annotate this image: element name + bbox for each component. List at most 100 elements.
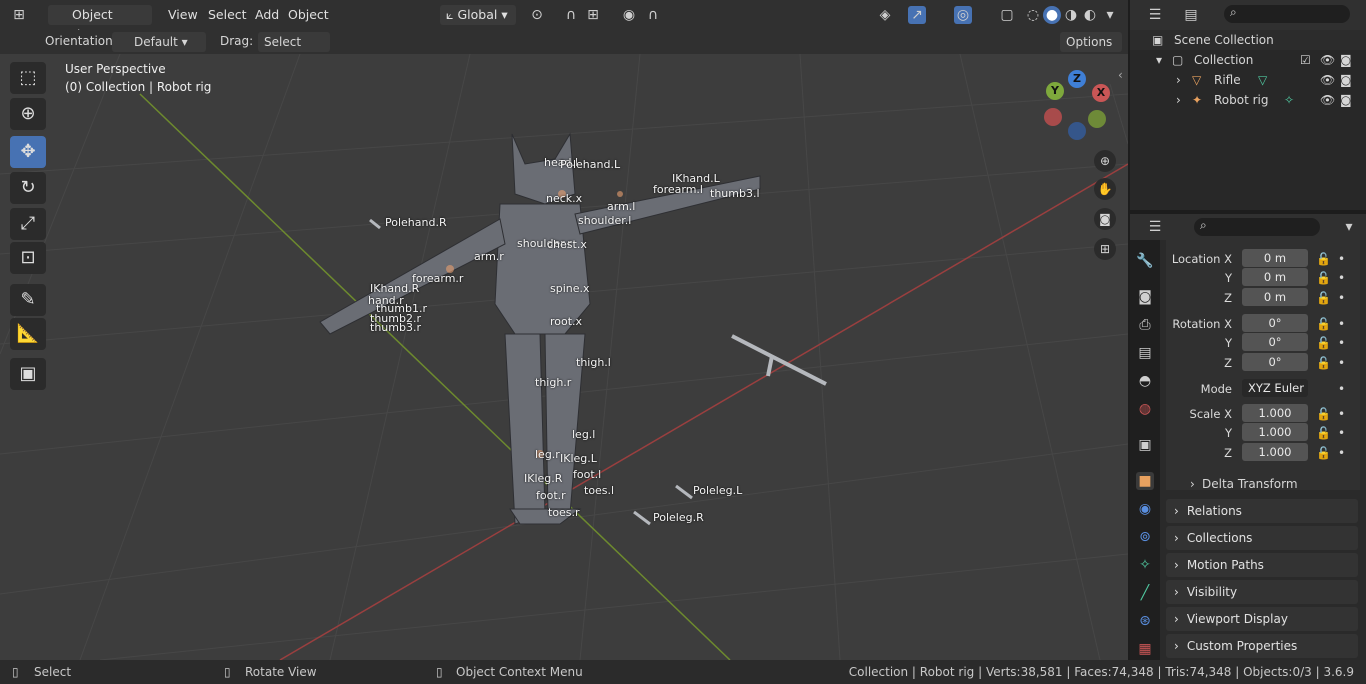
rotation-y-field[interactable]: 0° <box>1242 333 1308 351</box>
menu-select[interactable]: Select <box>208 5 247 25</box>
gizmo-neg-z[interactable] <box>1068 122 1086 140</box>
keyframe-dot-icon[interactable]: • <box>1338 333 1345 353</box>
rotate-tool-icon[interactable]: ↻ <box>10 172 46 204</box>
collection-row[interactable]: ▾ ▢ Collection ☑ 👁 ◙ <box>1130 50 1366 70</box>
rifle-expand-icon[interactable]: › <box>1176 70 1181 90</box>
3d-viewport[interactable]: User Perspective (0) Collection | Robot … <box>0 54 1128 660</box>
scale-z-field[interactable]: 1.000 <box>1242 443 1308 461</box>
orientation-dropdown[interactable]: Default ▾ <box>112 32 206 52</box>
pivot-icon[interactable]: ⊙ <box>528 6 546 24</box>
drag-dropdown[interactable]: Select Box ▾ <box>258 32 330 69</box>
keyframe-dot-icon[interactable]: • <box>1338 379 1345 399</box>
custom-properties-panel[interactable]: › Custom Properties <box>1166 634 1358 658</box>
transform-tool-icon[interactable]: ⊡ <box>10 242 46 274</box>
lock-icon[interactable]: 🔓 <box>1316 353 1331 373</box>
keyframe-dot-icon[interactable]: • <box>1338 423 1345 443</box>
collections-panel[interactable]: › Collections <box>1166 526 1358 550</box>
menu-view[interactable]: View <box>168 5 198 25</box>
render-camera-icon[interactable]: ◙ <box>1340 50 1352 70</box>
location-z-field[interactable]: 0 m <box>1242 288 1308 306</box>
gizmo-z[interactable]: Z <box>1068 70 1086 88</box>
mesh-data-icon[interactable]: ▽ <box>1258 70 1267 90</box>
collection-expand-icon[interactable]: ▾ <box>1156 50 1162 70</box>
move-tool-icon[interactable]: ✥ <box>10 136 46 168</box>
snap-target-icon[interactable]: ⊞ <box>584 6 602 24</box>
relations-panel[interactable]: › Relations <box>1166 499 1358 523</box>
visibility-eye-icon[interactable]: 👁 <box>1320 90 1335 110</box>
render-camera-icon[interactable]: ◙ <box>1340 90 1352 110</box>
bone-tab-icon[interactable]: ╱ <box>1136 584 1154 602</box>
gizmo-toggle-icon[interactable]: ↗ <box>908 6 926 24</box>
camera-icon[interactable]: ◙ <box>1094 208 1116 230</box>
exclude-checkbox[interactable]: ☑ <box>1300 50 1311 70</box>
lock-icon[interactable]: 🔓 <box>1316 268 1331 288</box>
chevron-down-icon[interactable]: ▾ <box>1340 218 1358 236</box>
material-shading-icon[interactable]: ◑ <box>1062 6 1080 24</box>
keyframe-dot-icon[interactable]: • <box>1338 353 1345 373</box>
keyframe-dot-icon[interactable]: • <box>1338 314 1345 334</box>
scale-tool-icon[interactable]: ⤢ <box>10 208 46 240</box>
viewport-display-panel[interactable]: › Viewport Display <box>1166 607 1358 631</box>
rotation-z-field[interactable]: 0° <box>1242 353 1308 371</box>
visibility-eye-icon[interactable]: 👁 <box>1320 70 1335 90</box>
snap-icon[interactable]: ∩ <box>562 6 580 24</box>
shading-options-chevron-icon[interactable]: ▾ <box>1101 6 1119 24</box>
navigation-gizmo[interactable]: Z Y X <box>1040 66 1120 146</box>
menu-add[interactable]: Add <box>255 5 279 25</box>
motion-paths-panel[interactable]: › Motion Paths <box>1166 553 1358 577</box>
transform-orientation-dropdown[interactable]: ⟀ Global ▾ <box>440 5 516 25</box>
keyframe-dot-icon[interactable]: • <box>1338 404 1345 424</box>
rendered-shading-icon[interactable]: ◐ <box>1081 6 1099 24</box>
gizmo-neg-x[interactable] <box>1044 108 1062 126</box>
select-box-tool-icon[interactable]: ⬚ <box>10 62 46 94</box>
cursor-tool-icon[interactable]: ⊕ <box>10 98 46 130</box>
pan-hand-icon[interactable]: ✋ <box>1094 178 1116 200</box>
visibility-icon[interactable]: ◈ <box>876 6 894 24</box>
lock-icon[interactable]: 🔓 <box>1316 288 1331 308</box>
constraints-tab-icon[interactable]: ⊚ <box>1136 528 1154 546</box>
bone-constraint-tab-icon[interactable]: ⊛ <box>1136 612 1154 630</box>
measure-tool-icon[interactable]: 📐 <box>10 318 46 350</box>
lock-icon[interactable]: 🔓 <box>1316 314 1331 334</box>
proportional-edit-icon[interactable]: ◉ <box>620 6 638 24</box>
properties-search-input[interactable]: ⌕ <box>1194 218 1320 236</box>
render-camera-icon[interactable]: ◙ <box>1340 70 1352 90</box>
rifle-row[interactable]: › ▽ Rifle ▽ 👁 ◙ <box>1130 70 1366 90</box>
delta-transform-subpanel[interactable]: › Delta Transform <box>1130 474 1366 494</box>
lock-icon[interactable]: 🔓 <box>1316 423 1331 443</box>
visibility-panel[interactable]: › Visibility <box>1166 580 1358 604</box>
scale-x-field[interactable]: 1.000 <box>1242 404 1308 422</box>
texture-tab-icon[interactable]: ▦ <box>1136 640 1154 658</box>
robot-rig-row[interactable]: › ✦ Robot rig ✧ 👁 ◙ <box>1130 90 1366 110</box>
display-mode-icon[interactable]: ▤ <box>1182 6 1200 24</box>
properties-editor-icon[interactable]: ☰ <box>1146 218 1164 236</box>
outliner-search-input[interactable]: ⌕ <box>1224 5 1350 23</box>
lock-icon[interactable]: 🔓 <box>1316 333 1331 353</box>
falloff-icon[interactable]: ∩ <box>644 6 662 24</box>
robot-rig-expand-icon[interactable]: › <box>1176 90 1181 110</box>
gizmo-neg-y[interactable] <box>1088 110 1106 128</box>
object-data-tab-icon[interactable]: ✧ <box>1136 556 1154 574</box>
location-y-field[interactable]: 0 m <box>1242 268 1308 286</box>
overlay-toggle-icon[interactable]: ◎ <box>954 6 972 24</box>
add-cube-tool-icon[interactable]: ▣ <box>10 358 46 390</box>
gizmo-y[interactable]: Y <box>1046 82 1064 100</box>
scale-y-field[interactable]: 1.000 <box>1242 423 1308 441</box>
gizmo-x[interactable]: X <box>1092 84 1110 102</box>
mode-dropdown[interactable]: Object Mode ▾ <box>48 5 152 42</box>
armature-data-icon[interactable]: ✧ <box>1284 90 1294 110</box>
options-button[interactable]: Options ▾ <box>1060 32 1122 69</box>
lock-icon[interactable]: 🔓 <box>1316 249 1331 269</box>
location-x-field[interactable]: 0 m <box>1242 249 1308 267</box>
keyframe-dot-icon[interactable]: • <box>1338 249 1345 269</box>
rotation-x-field[interactable]: 0° <box>1242 314 1308 332</box>
solid-shading-icon[interactable]: ● <box>1043 6 1061 24</box>
lock-icon[interactable]: 🔓 <box>1316 404 1331 424</box>
sidebar-toggle-icon[interactable]: ‹ <box>1118 68 1123 82</box>
physics-tab-icon[interactable]: ◉ <box>1136 500 1154 518</box>
xray-icon[interactable]: ▢ <box>998 6 1016 24</box>
keyframe-dot-icon[interactable]: • <box>1338 443 1345 463</box>
annotate-tool-icon[interactable]: ✎ <box>10 284 46 316</box>
rotation-mode-dropdown[interactable]: XYZ Euler ▾ <box>1242 379 1308 413</box>
scene-collection-row[interactable]: ▣ Scene Collection <box>1130 30 1366 50</box>
